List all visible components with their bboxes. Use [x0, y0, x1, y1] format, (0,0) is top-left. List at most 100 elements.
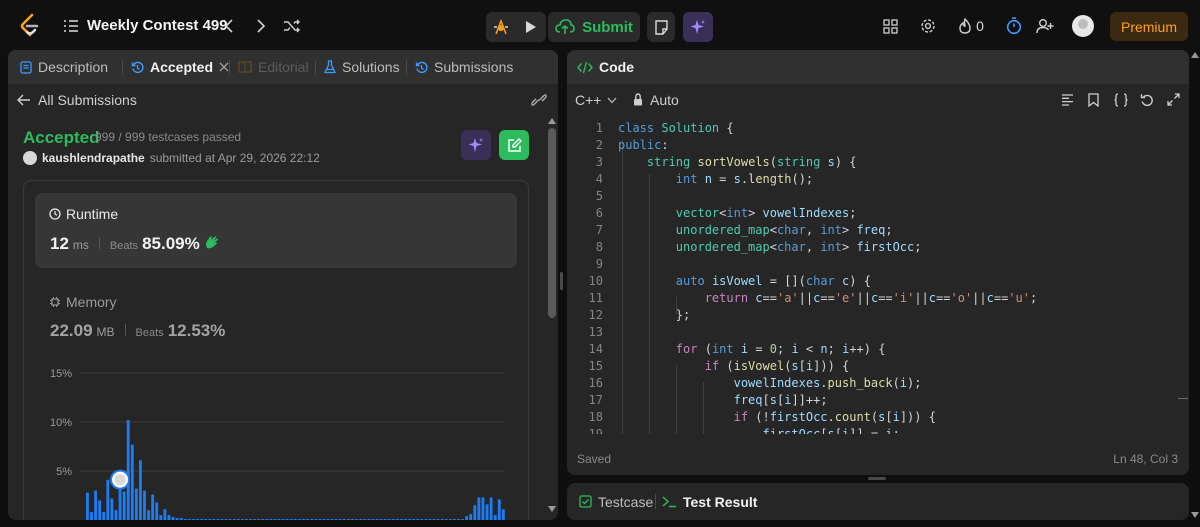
tab-accepted[interactable]: Accepted [131, 50, 229, 84]
chart-bar[interactable] [257, 519, 261, 520]
chart-bar[interactable] [98, 500, 102, 520]
chart-bar[interactable] [501, 509, 505, 520]
chart-bar[interactable] [473, 505, 477, 520]
chart-bar[interactable] [391, 519, 395, 520]
chart-bar[interactable] [110, 498, 114, 520]
chart-bar[interactable] [285, 519, 289, 520]
submitter-avatar[interactable] [23, 151, 37, 165]
problem-list-icon[interactable] [62, 17, 80, 35]
contest-title[interactable]: Weekly Contest 499 [87, 17, 228, 34]
chart-bar[interactable] [448, 519, 452, 520]
user-avatar[interactable] [1072, 15, 1094, 37]
distribution-chart[interactable]: 15% 10% 5% [34, 360, 520, 520]
chart-bar[interactable] [314, 519, 318, 520]
streak-counter[interactable]: 0 [954, 17, 988, 35]
layout-icon[interactable] [880, 17, 900, 35]
premium-button[interactable]: Premium [1110, 12, 1188, 41]
chart-bar[interactable] [240, 519, 244, 520]
tab-code[interactable]: Code [577, 50, 634, 84]
chart-bar[interactable] [481, 497, 485, 520]
chart-bar[interactable] [404, 519, 407, 520]
chart-bar[interactable] [187, 519, 191, 520]
chart-bar[interactable] [346, 519, 350, 520]
chart-bar[interactable] [139, 460, 142, 520]
timer-icon[interactable] [1004, 16, 1024, 36]
chart-bar[interactable] [171, 517, 175, 520]
chart-bar[interactable] [387, 519, 391, 520]
chart-bar[interactable] [383, 519, 387, 520]
chart-bar[interactable] [351, 519, 354, 520]
chart-bar[interactable] [338, 519, 342, 520]
next-problem-icon[interactable] [253, 17, 269, 35]
tab-testcase[interactable]: Testcase [579, 483, 653, 520]
gear-icon[interactable] [918, 17, 938, 35]
chart-bar[interactable] [90, 512, 93, 520]
chart-bar[interactable] [408, 519, 411, 520]
chart-bar[interactable] [220, 519, 224, 520]
chart-bar[interactable] [440, 519, 444, 520]
chart-bar[interactable] [375, 519, 379, 520]
chart-bar[interactable] [416, 519, 420, 520]
tab-solutions[interactable]: Solutions [324, 50, 400, 84]
chart-bar[interactable] [485, 504, 489, 520]
scroll-down-icon[interactable] [548, 506, 556, 512]
leetcode-logo-icon[interactable] [18, 13, 42, 39]
chart-bar[interactable] [224, 519, 228, 520]
chart-bar[interactable] [306, 519, 310, 520]
chart-bar[interactable] [436, 519, 440, 520]
chart-bar[interactable] [130, 444, 134, 520]
close-icon[interactable] [219, 62, 229, 72]
chevron-down-icon[interactable] [607, 97, 617, 104]
chart-bar[interactable] [497, 499, 501, 520]
chart-bar[interactable] [289, 519, 293, 520]
expand-icon[interactable] [1167, 93, 1180, 106]
run-icon[interactable] [519, 15, 543, 39]
chart-bar[interactable] [371, 519, 375, 520]
chart-bar[interactable] [281, 519, 285, 520]
chart-bar[interactable] [302, 519, 305, 520]
chart-bar[interactable] [228, 519, 232, 520]
chart-bar[interactable] [326, 519, 330, 520]
chart-bar[interactable] [122, 491, 126, 520]
chart-bar[interactable] [94, 490, 98, 520]
chart-bar[interactable] [143, 490, 146, 520]
chart-bar[interactable] [216, 519, 220, 520]
chart-bar[interactable] [444, 519, 448, 520]
chart-bar[interactable] [118, 489, 122, 520]
chart-bar[interactable] [253, 519, 257, 520]
chart-bar[interactable] [420, 519, 424, 520]
chart-bar[interactable] [493, 515, 497, 520]
chart-bar[interactable] [355, 519, 358, 520]
chart-bar[interactable] [342, 519, 346, 520]
chart-bar[interactable] [428, 519, 432, 520]
chart-bar[interactable] [196, 519, 199, 520]
shuffle-icon[interactable] [282, 17, 302, 35]
chart-bar[interactable] [424, 519, 428, 520]
all-submissions-link[interactable]: All Submissions [38, 92, 137, 108]
chart-bar[interactable] [412, 519, 416, 520]
chart-bar[interactable] [310, 519, 314, 520]
chart-bar[interactable] [147, 510, 151, 520]
chart-bar[interactable] [265, 519, 269, 520]
chart-bar[interactable] [175, 518, 179, 520]
chart-bar[interactable] [114, 510, 118, 520]
chart-bar[interactable] [489, 497, 493, 520]
chart-bar[interactable] [151, 494, 155, 520]
debug-icon[interactable] [489, 15, 513, 39]
scroll-up-icon[interactable] [548, 118, 556, 124]
bookmark-icon[interactable] [1088, 93, 1099, 107]
tab-submissions[interactable]: Submissions [415, 50, 513, 84]
auto-mode-label[interactable]: Auto [650, 92, 679, 108]
chart-bar[interactable] [465, 516, 469, 520]
chart-bar[interactable] [236, 519, 240, 520]
tab-editorial[interactable]: Editorial [238, 50, 309, 84]
prev-problem-icon[interactable] [221, 17, 237, 35]
chart-bar[interactable] [379, 519, 383, 520]
submitter-username[interactable]: kaushlendrapathe [42, 151, 145, 165]
chart-bar[interactable] [322, 519, 326, 520]
chart-bar[interactable] [277, 519, 281, 520]
link-icon[interactable] [531, 93, 547, 107]
chart-bar[interactable] [204, 519, 208, 520]
chart-bar[interactable] [399, 519, 403, 520]
chart-bar[interactable] [232, 519, 236, 520]
